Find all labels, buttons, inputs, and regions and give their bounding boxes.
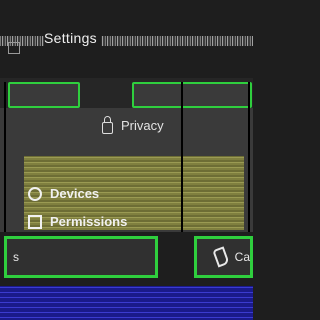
action-label-left: s	[13, 250, 19, 264]
menu-item-privacy[interactable]: Privacy	[102, 115, 164, 134]
devices-label: Devices	[50, 186, 100, 201]
action-button-call[interactable]: Ca	[194, 236, 253, 278]
menu-item-devices[interactable]: Devices	[28, 186, 99, 201]
status-bar	[0, 286, 253, 320]
window-title: Settings	[44, 30, 101, 46]
tab-right[interactable]	[132, 82, 252, 108]
menu-item-permissions[interactable]: Permissions	[28, 214, 127, 229]
privacy-label: Privacy	[121, 118, 164, 133]
close-icon[interactable]	[8, 42, 20, 54]
permissions-icon	[28, 214, 42, 229]
lock-icon	[102, 115, 113, 134]
action-label-call: Ca	[234, 250, 250, 264]
permissions-label: Permissions	[50, 214, 128, 229]
tab-left[interactable]	[8, 82, 80, 108]
devices-icon	[28, 186, 42, 201]
phone-icon	[212, 246, 230, 268]
action-button-left[interactable]: s	[4, 236, 158, 278]
glitch-band-top	[0, 36, 253, 46]
